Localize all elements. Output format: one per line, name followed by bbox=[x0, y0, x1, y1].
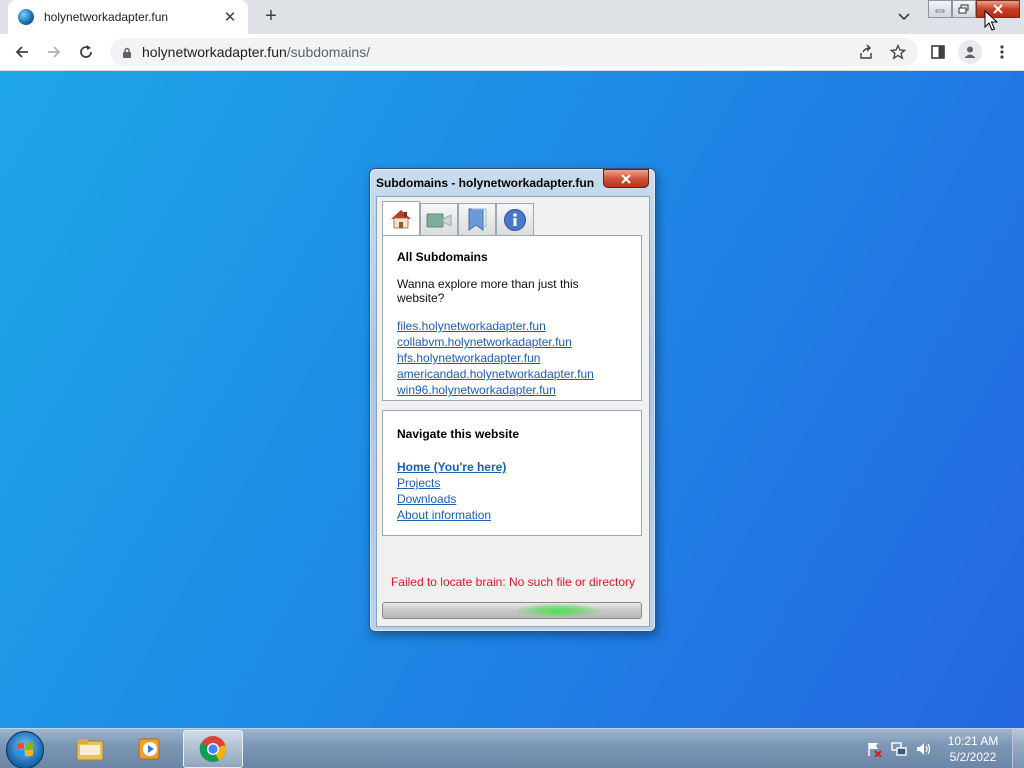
chrome-icon bbox=[199, 736, 226, 762]
url-host: holynetworkadapter.fun bbox=[142, 44, 287, 60]
clock-time: 10:21 AM bbox=[947, 734, 999, 748]
window-controls bbox=[928, 0, 1020, 18]
taskbar-clock[interactable]: 10:21 AM 5/2/2022 bbox=[938, 733, 1008, 765]
lock-icon[interactable] bbox=[122, 46, 132, 58]
menu-kebab-icon[interactable] bbox=[992, 42, 1012, 62]
nav-link-home[interactable]: Home (You're here) bbox=[397, 459, 627, 475]
taskbar-explorer[interactable] bbox=[60, 730, 120, 768]
tab-search-chevron-icon[interactable] bbox=[896, 8, 912, 24]
subdomain-link-files[interactable]: files.holynetworkadapter.fun bbox=[397, 318, 627, 334]
subdomain-link-hfs[interactable]: hfs.holynetworkadapter.fun bbox=[397, 350, 627, 366]
subdomains-heading: All Subdomains bbox=[397, 250, 488, 264]
subdomains-intro: Wanna explore more than just this websit… bbox=[397, 277, 579, 305]
media-player-icon bbox=[138, 738, 160, 760]
profile-avatar-icon[interactable] bbox=[958, 40, 982, 64]
restore-button[interactable] bbox=[952, 0, 976, 18]
globe-icon bbox=[18, 9, 34, 25]
browser-toolbar: holynetworkadapter.fun/subdomains/ bbox=[0, 34, 1024, 71]
new-tab-button[interactable]: + bbox=[260, 5, 282, 27]
navigate-heading: Navigate this website bbox=[397, 427, 520, 441]
clock-date: 5/2/2022 bbox=[949, 750, 997, 764]
taskbar-media-player[interactable] bbox=[120, 730, 180, 768]
side-panel-icon[interactable] bbox=[928, 42, 948, 62]
browser-tab[interactable]: holynetworkadapter.fun ✕ bbox=[8, 0, 248, 34]
folder-icon bbox=[76, 739, 104, 761]
progress-glow bbox=[513, 603, 603, 618]
subdomain-link-win96[interactable]: win96.holynetworkadapter.fun bbox=[397, 382, 627, 398]
bookmark-star-icon[interactable] bbox=[888, 42, 908, 62]
tab-close-button[interactable]: ✕ bbox=[222, 8, 238, 26]
tab-projects[interactable] bbox=[420, 203, 458, 235]
start-button[interactable] bbox=[6, 731, 44, 768]
navigate-panel: Navigate this website Home (You're here)… bbox=[382, 410, 642, 536]
mouse-cursor-icon bbox=[984, 10, 998, 31]
subdomain-link-collabvm[interactable]: collabvm.holynetworkadapter.fun bbox=[397, 334, 627, 350]
nav-link-about[interactable]: About information bbox=[397, 507, 627, 523]
subdomains-panel: All Subdomains Wanna explore more than j… bbox=[382, 235, 642, 401]
windows-logo-icon bbox=[17, 742, 33, 757]
subdomain-link-americandad[interactable]: americandad.holynetworkadapter.fun bbox=[397, 366, 627, 382]
network-icon[interactable] bbox=[891, 741, 907, 757]
tab-strip: holynetworkadapter.fun ✕ + bbox=[0, 0, 1024, 34]
show-desktop-button[interactable] bbox=[1012, 729, 1024, 768]
dialog-close-button[interactable] bbox=[603, 169, 649, 188]
url-path: /subdomains/ bbox=[286, 44, 371, 60]
dialog-title: Subdomains - holynetworkadapter.fun bbox=[376, 176, 595, 190]
tab-about[interactable] bbox=[496, 203, 534, 235]
taskbar-chrome[interactable] bbox=[183, 730, 243, 768]
bookmark-icon bbox=[468, 208, 487, 231]
tab-downloads[interactable] bbox=[458, 203, 496, 235]
tab-home[interactable] bbox=[382, 201, 420, 235]
subdomains-dialog: Subdomains - holynetworkadapter.fun All … bbox=[369, 168, 656, 632]
back-icon[interactable] bbox=[12, 42, 32, 62]
dialog-tabs bbox=[382, 201, 534, 235]
progress-bar bbox=[382, 602, 642, 619]
home-icon bbox=[391, 209, 411, 228]
page-background: Subdomains - holynetworkadapter.fun All … bbox=[0, 71, 1024, 728]
error-message: Failed to locate brain: No such file or … bbox=[390, 575, 636, 589]
nav-link-projects[interactable]: Projects bbox=[397, 475, 627, 491]
minimize-button[interactable] bbox=[928, 0, 952, 18]
address-bar[interactable]: holynetworkadapter.fun/subdomains/ bbox=[110, 38, 918, 66]
nav-link-downloads[interactable]: Downloads bbox=[397, 491, 627, 507]
volume-icon[interactable] bbox=[915, 741, 931, 757]
tab-title: holynetworkadapter.fun bbox=[44, 10, 169, 24]
video-icon bbox=[426, 213, 452, 227]
window-close-button[interactable] bbox=[976, 0, 1020, 18]
action-center-flag-icon[interactable] bbox=[866, 741, 882, 757]
info-icon bbox=[504, 208, 526, 231]
dialog-body: All Subdomains Wanna explore more than j… bbox=[376, 196, 650, 627]
share-icon[interactable] bbox=[856, 42, 876, 62]
taskbar: 10:21 AM 5/2/2022 bbox=[0, 728, 1024, 768]
forward-icon[interactable] bbox=[44, 42, 64, 62]
reload-icon[interactable] bbox=[76, 42, 96, 62]
